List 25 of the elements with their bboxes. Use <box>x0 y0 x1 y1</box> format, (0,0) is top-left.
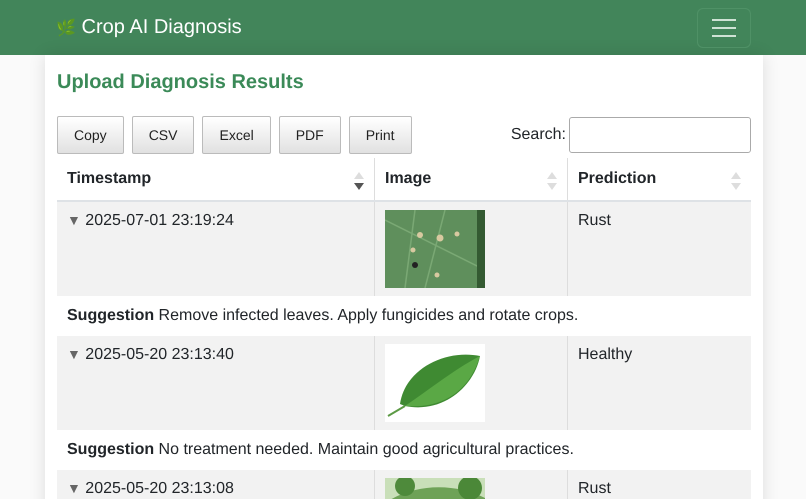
table-cell: Healthy <box>568 336 751 430</box>
expand-toggle[interactable]: ▼ <box>67 480 81 496</box>
export-button[interactable]: PDF <box>278 116 341 154</box>
suggestion-text: Suggestion No treatment needed. Maintain good agricultural practices. <box>67 441 574 458</box>
export-button[interactable]: Excel <box>202 116 271 154</box>
search-field[interactable] <box>569 117 751 153</box>
table-cell: Rust <box>568 470 751 499</box>
menu-button[interactable] <box>697 8 751 48</box>
suggestion-text: Suggestion Remove infected leaves. Apply fungicides and rotate crops. <box>67 307 578 324</box>
export-button[interactable]: Print <box>348 116 412 154</box>
table-cell: Rust <box>568 201 751 296</box>
table-cell: ▼ 2025-05-20 23:13:40 <box>57 336 374 430</box>
sort-icon <box>731 172 741 190</box>
export-button[interactable]: CSV <box>132 116 194 154</box>
card-title: Upload Diagnosis Results <box>57 71 305 94</box>
table-cell: ▼ 2025-05-20 23:13:08 <box>57 470 374 499</box>
menu-icon <box>711 18 737 38</box>
expand-toggle[interactable]: ▼ <box>67 212 81 228</box>
search-label: Search: <box>510 126 566 144</box>
export-button[interactable]: Copy <box>57 116 124 154</box>
sort-icon <box>354 172 364 190</box>
sort-icon <box>547 172 557 190</box>
table-cell: ▼ 2025-07-01 23:19:24 <box>57 201 374 296</box>
brand-title[interactable]: 🌿 Crop AI Diagnosis <box>56 16 242 39</box>
expand-toggle[interactable]: ▼ <box>67 346 81 362</box>
